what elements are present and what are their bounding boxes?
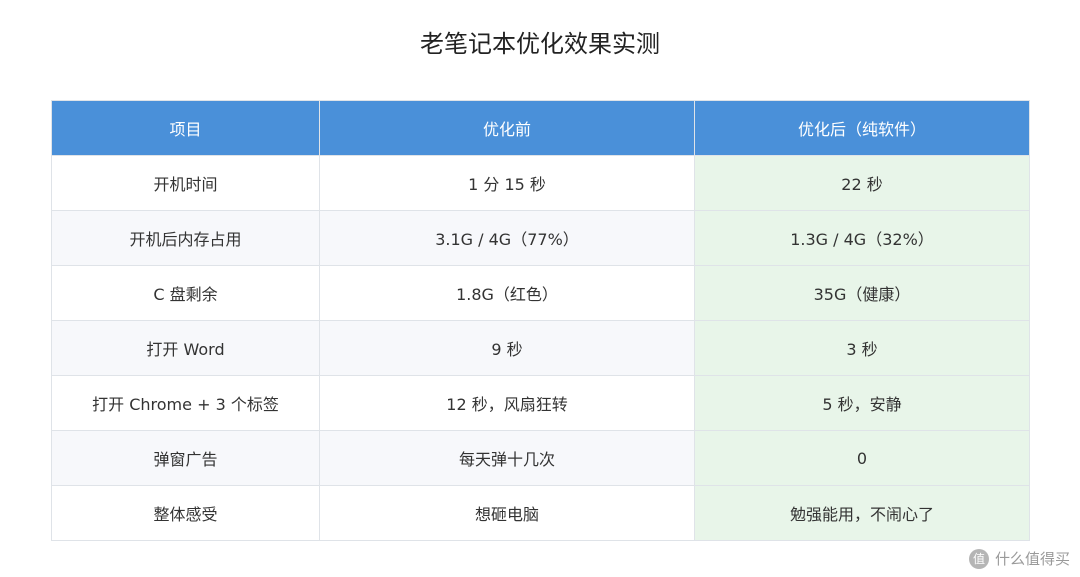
- cell-before: 1 分 15 秒: [319, 155, 695, 211]
- cell-item: 开机后内存占用: [51, 210, 320, 266]
- cell-after: 22 秒: [694, 155, 1030, 211]
- page-title: 老笔记本优化效果实测: [420, 30, 660, 58]
- cell-after: 1.3G / 4G（32%）: [694, 210, 1030, 266]
- cell-item: 整体感受: [51, 485, 320, 541]
- cell-after: 勉强能用，不闹心了: [694, 485, 1030, 541]
- table-row: 开机后内存占用 3.1G / 4G（77%） 1.3G / 4G（32%）: [51, 210, 1030, 266]
- table-row: 开机时间 1 分 15 秒 22 秒: [51, 155, 1030, 211]
- cell-before: 想砸电脑: [319, 485, 695, 541]
- cell-item: 打开 Word: [51, 320, 320, 376]
- cell-after: 35G（健康）: [694, 265, 1030, 321]
- table-row: 打开 Chrome + 3 个标签 12 秒，风扇狂转 5 秒，安静: [51, 375, 1030, 431]
- header-after: 优化后（纯软件）: [694, 100, 1030, 156]
- comparison-table: 项目 优化前 优化后（纯软件） 开机时间 1 分 15 秒 22 秒 开机后内存…: [51, 100, 1030, 541]
- table-row: 打开 Word 9 秒 3 秒: [51, 320, 1030, 376]
- header-before: 优化前: [319, 100, 695, 156]
- cell-before: 12 秒，风扇狂转: [319, 375, 695, 431]
- watermark-text: 什么值得买: [994, 550, 1070, 568]
- cell-item: C 盘剩余: [51, 265, 320, 321]
- cell-after: 3 秒: [694, 320, 1030, 376]
- table-row: C 盘剩余 1.8G（红色） 35G（健康）: [51, 265, 1030, 321]
- cell-before: 1.8G（红色）: [319, 265, 695, 321]
- cell-after: 5 秒，安静: [694, 375, 1030, 431]
- table-row: 整体感受 想砸电脑 勉强能用，不闹心了: [51, 485, 1030, 541]
- watermark-logo-icon: 值: [968, 548, 989, 569]
- cell-item: 开机时间: [51, 155, 320, 211]
- cell-before: 每天弹十几次: [319, 430, 695, 486]
- cell-item: 弹窗广告: [51, 430, 320, 486]
- cell-after: 0: [694, 430, 1030, 486]
- table-header-row: 项目 优化前 优化后（纯软件）: [51, 100, 1030, 156]
- cell-before: 3.1G / 4G（77%）: [319, 210, 695, 266]
- watermark: 值 什么值得买: [968, 548, 1070, 569]
- header-item: 项目: [51, 100, 320, 156]
- table-row: 弹窗广告 每天弹十几次 0: [51, 430, 1030, 486]
- cell-item: 打开 Chrome + 3 个标签: [51, 375, 320, 431]
- cell-before: 9 秒: [319, 320, 695, 376]
